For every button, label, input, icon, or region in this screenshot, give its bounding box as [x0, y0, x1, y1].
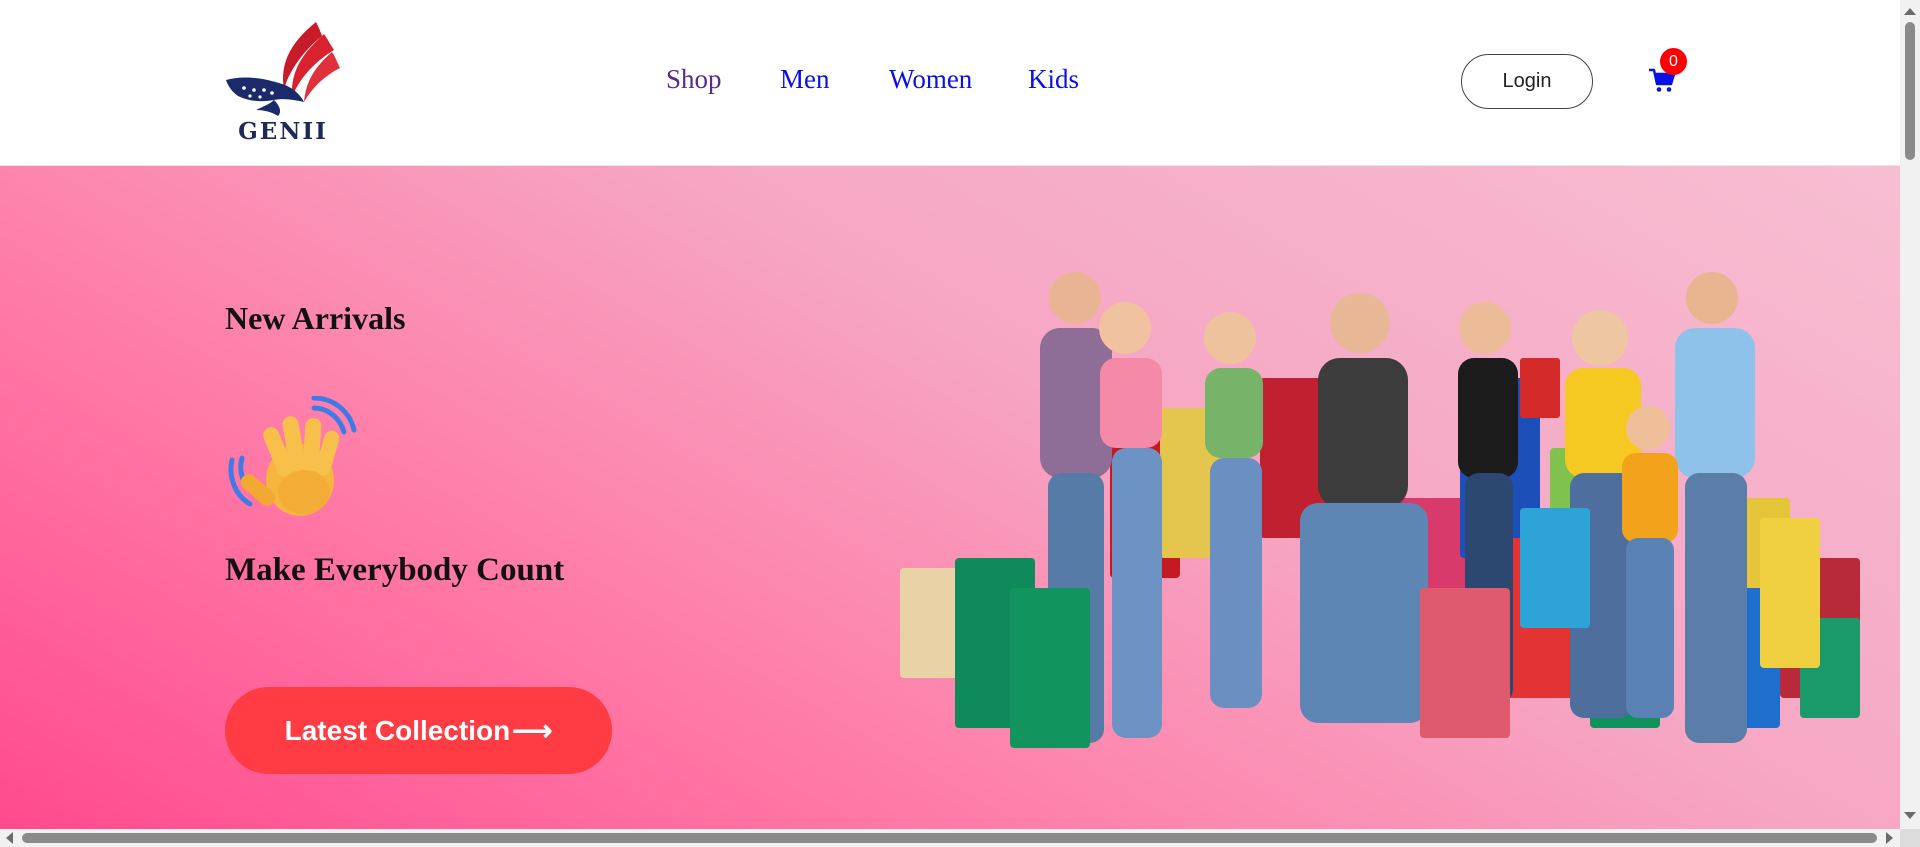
horizontal-scroll-thumb[interactable] — [22, 833, 1877, 843]
scroll-up-arrow-icon[interactable] — [1904, 8, 1916, 15]
scroll-left-arrow-icon[interactable] — [6, 832, 13, 844]
arrow-right-icon: ⟶ — [512, 715, 553, 746]
group-of-shoppers-image — [900, 258, 1880, 818]
hero-kicker: New Arrivals — [225, 300, 406, 336]
scroll-right-arrow-icon[interactable] — [1886, 832, 1893, 844]
login-button[interactable]: Login — [1461, 54, 1593, 109]
hero-title: Make Everybody Count — [225, 552, 565, 588]
site-header: GENII Shop Men Women Kids Login 0 — [0, 0, 1900, 166]
nav-shop[interactable]: Shop — [666, 64, 722, 95]
scroll-down-arrow-icon[interactable] — [1904, 812, 1916, 819]
cta-label: Latest Collection — [284, 714, 511, 746]
logo-text: GENII — [238, 118, 328, 145]
nav-women[interactable]: Women — [889, 64, 972, 95]
vertical-scroll-thumb[interactable] — [1905, 22, 1915, 160]
scrollbar-corner — [1900, 829, 1920, 847]
brand-logo[interactable]: GENII — [224, 20, 342, 146]
nav-men[interactable]: Men — [780, 64, 830, 95]
horizontal-scrollbar[interactable] — [0, 829, 1900, 847]
nav-kids[interactable]: Kids — [1028, 64, 1079, 95]
hero-section: New Arrivals Make Everybody Count Latest… — [0, 166, 1900, 829]
latest-collection-button[interactable]: Latest Collection ⟶ — [225, 687, 612, 774]
vertical-scrollbar[interactable] — [1900, 0, 1920, 829]
eagle-logo-icon — [226, 22, 340, 116]
waving-hand-icon — [228, 395, 358, 526]
cart-count-badge: 0 — [1660, 48, 1687, 75]
